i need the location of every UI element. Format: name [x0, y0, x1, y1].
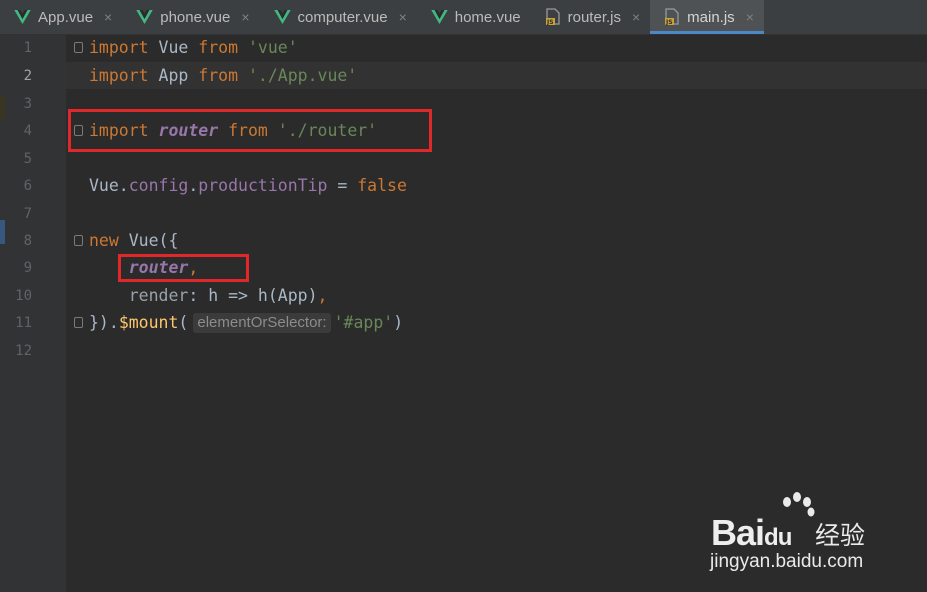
tab-app-vue[interactable]: App.vue ×: [0, 0, 122, 34]
tab-router-js[interactable]: JS router.js ×: [531, 0, 651, 34]
tab-main-js[interactable]: JS main.js ×: [650, 0, 764, 34]
editor-tab-bar: App.vue × phone.vue × computer.vue × hom…: [0, 0, 927, 35]
close-icon[interactable]: ×: [632, 9, 640, 25]
highlight-box-import-router: [68, 109, 432, 152]
keyword: from: [198, 38, 239, 57]
fold-marker-icon[interactable]: [74, 317, 83, 328]
code-line-11[interactable]: }).$mount(elementOrSelector: '#app'): [89, 312, 403, 334]
vue-icon: [273, 10, 291, 24]
baidu-jingyan-watermark: Baidu 经验 jingyan.baidu.com: [705, 492, 905, 572]
identifier: Vue: [148, 38, 199, 57]
line-number: 10: [15, 288, 32, 304]
brand-text: du: [764, 524, 792, 551]
line-number: 1: [23, 40, 32, 56]
code-line-10[interactable]: render: h => h(App),: [89, 285, 328, 307]
keyword: from: [198, 66, 239, 85]
expression: : h => h(App): [188, 286, 318, 305]
identifier: App: [148, 66, 199, 85]
line-number: 12: [15, 343, 32, 359]
line-number: 11: [15, 315, 32, 331]
close-icon[interactable]: ×: [241, 9, 249, 25]
line-number: 7: [23, 206, 32, 222]
line-number: 9: [23, 260, 32, 276]
keyword: import: [89, 38, 149, 57]
js-file-icon: JS: [545, 8, 560, 26]
line-number: 6: [23, 178, 32, 194]
tab-label: router.js: [567, 8, 621, 26]
tab-label: home.vue: [454, 8, 521, 26]
operator: =: [327, 176, 358, 195]
keyword: false: [357, 176, 407, 195]
tab-label: App.vue: [38, 8, 94, 26]
paren: (: [178, 313, 189, 332]
keyword: import: [89, 66, 149, 85]
watermark-brand: Baidu: [711, 512, 792, 554]
line-number: 3: [23, 96, 32, 112]
close-icon[interactable]: ×: [399, 9, 407, 25]
line-number: 2: [23, 68, 32, 84]
paren: ): [393, 313, 404, 332]
watermark-url: jingyan.baidu.com: [710, 551, 864, 572]
tab-home-vue[interactable]: home.vue: [417, 0, 531, 34]
property: productionTip: [198, 176, 328, 195]
comma: ,: [317, 286, 328, 305]
watermark-cn: 经验: [815, 521, 866, 550]
function-name: $mount: [118, 313, 179, 332]
fold-marker-icon[interactable]: [74, 42, 83, 53]
svg-text:JS: JS: [546, 19, 554, 26]
string: '#app': [333, 313, 394, 332]
vue-icon: [431, 10, 448, 24]
code-line-1[interactable]: import Vue from 'vue': [89, 37, 298, 59]
identifier: Vue.: [89, 176, 129, 195]
property: config: [128, 176, 189, 195]
expression: Vue({: [118, 231, 179, 250]
tab-phone-vue[interactable]: phone.vue ×: [122, 0, 259, 34]
highlight-box-router-option: [118, 254, 249, 282]
code-line-6[interactable]: Vue.config.productionTip = false: [89, 175, 407, 197]
vue-icon: [136, 10, 153, 24]
close-icon[interactable]: ×: [746, 9, 754, 25]
vue-icon: [14, 10, 31, 24]
tab-label: phone.vue: [160, 8, 231, 26]
line-number: 4: [23, 123, 32, 139]
line-number: 8: [23, 233, 32, 249]
js-file-icon: JS: [665, 8, 679, 26]
dot: .: [188, 176, 199, 195]
line-number-gutter: [0, 35, 66, 592]
brand-text: Bai: [711, 512, 765, 553]
line-number: 5: [23, 151, 32, 167]
tab-label: computer.vue: [297, 8, 388, 26]
keyword: new: [89, 231, 119, 250]
tab-label: main.js: [687, 8, 735, 26]
code-line-8[interactable]: new Vue({: [89, 230, 178, 252]
code-line-2[interactable]: import App from './App.vue': [89, 65, 357, 87]
fold-marker-icon[interactable]: [74, 235, 83, 246]
parameter-hint: elementOrSelector:: [193, 313, 331, 333]
svg-text:JS: JS: [665, 19, 673, 26]
string: 'vue': [247, 38, 298, 57]
expression: }).: [89, 313, 119, 332]
tab-computer-vue[interactable]: computer.vue ×: [260, 0, 417, 34]
property-key: render: [128, 286, 189, 305]
close-icon[interactable]: ×: [104, 9, 112, 25]
string: './App.vue': [247, 66, 358, 85]
